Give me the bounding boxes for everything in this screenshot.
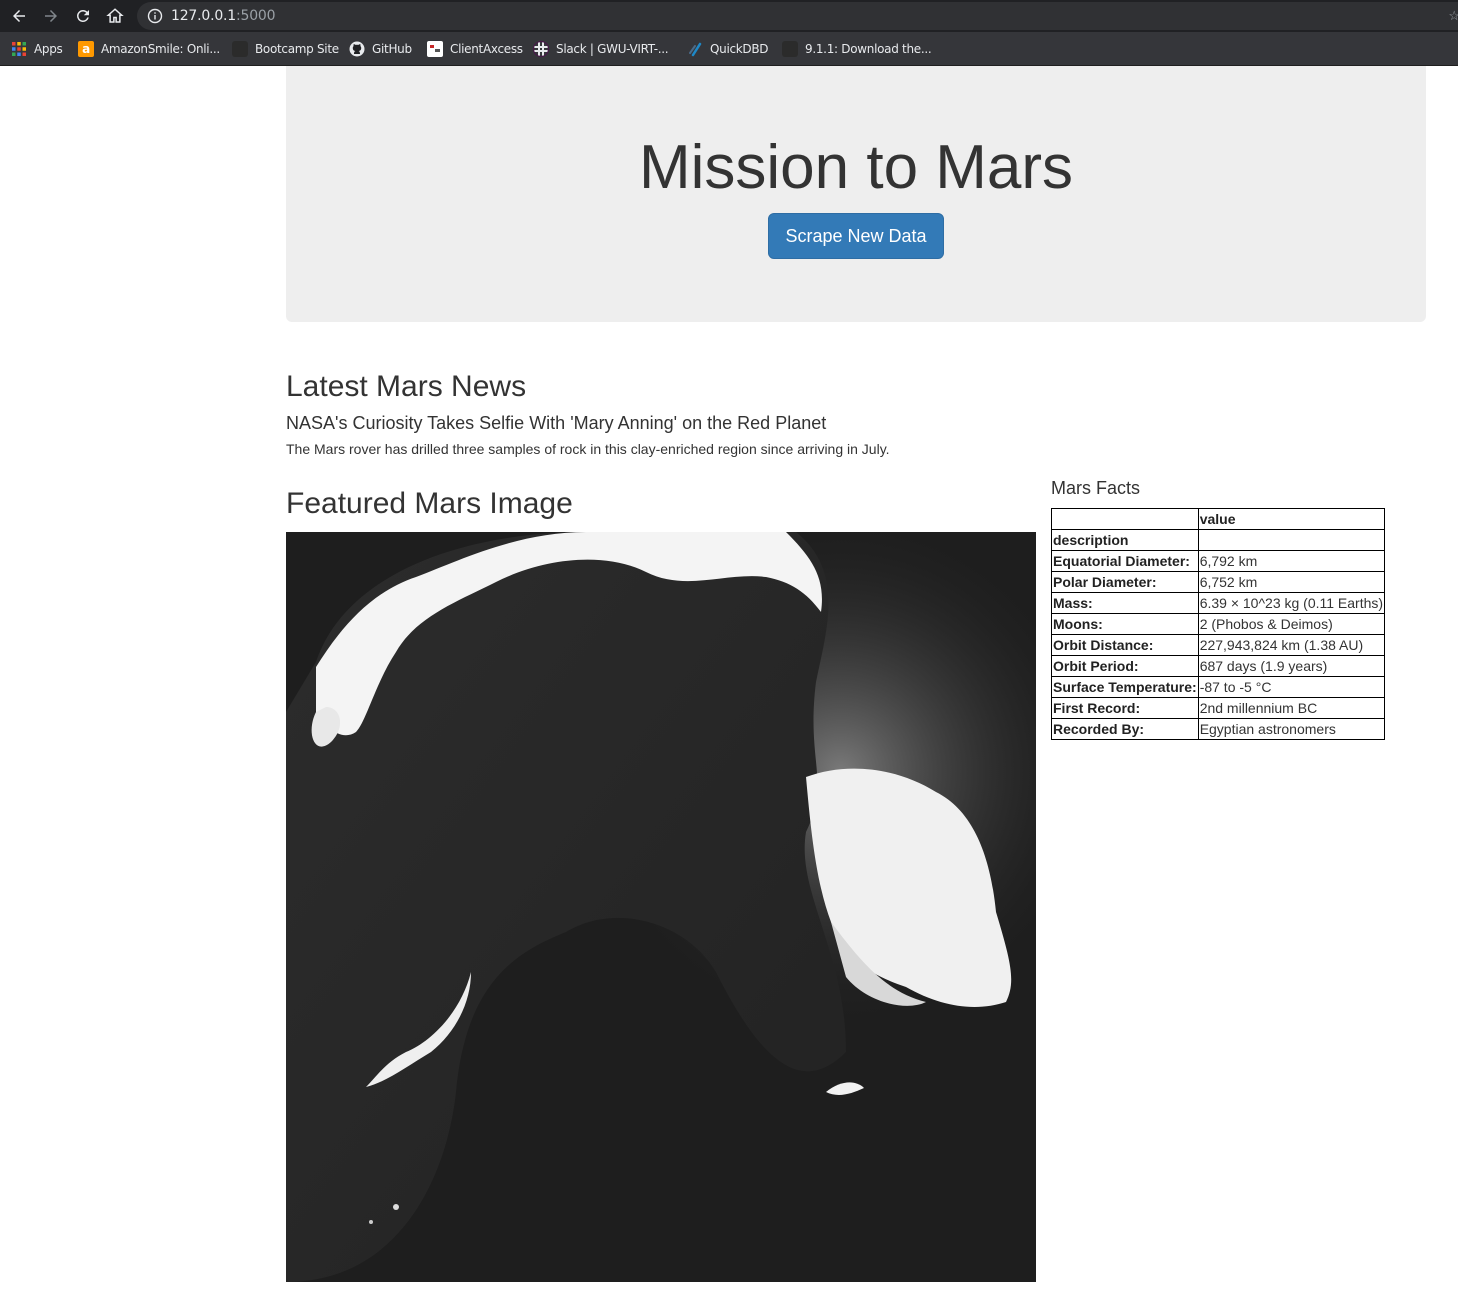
bookmark-label: 9.1.1: Download the... bbox=[805, 42, 932, 56]
github-icon bbox=[349, 41, 365, 57]
table-header-value: value bbox=[1197, 508, 1386, 530]
back-arrow-icon bbox=[13, 10, 25, 22]
bookmark-slack[interactable]: Slack | GWU-VIRT-... bbox=[533, 40, 669, 58]
table-row: Recorded By: Egyptian astronomers bbox=[1051, 718, 1386, 740]
featured-mars-image bbox=[286, 532, 1036, 1282]
table-row: Orbit Distance: 227,943,824 km (1.38 AU) bbox=[1051, 634, 1386, 656]
url-text: 127.0.0.1:5000 bbox=[171, 8, 276, 24]
news-heading: Latest Mars News bbox=[286, 370, 527, 403]
news-paragraph: The Mars rover has drilled three samples… bbox=[286, 441, 890, 457]
bookmarks-bar: Apps a AmazonSmile: Onli... Bootcamp Sit… bbox=[0, 32, 1458, 66]
featured-image-heading: Featured Mars Image bbox=[286, 487, 573, 520]
clientaxcess-icon bbox=[427, 41, 443, 57]
bookmark-clientaxcess[interactable]: ClientAxcess bbox=[427, 40, 523, 58]
bookmark-label: GitHub bbox=[372, 42, 412, 56]
fact-value: 2 (Phobos & Deimos) bbox=[1197, 613, 1386, 635]
table-row: Surface Temperature: -87 to -5 °C bbox=[1051, 676, 1386, 698]
table-row: First Record: 2nd millennium BC bbox=[1051, 697, 1386, 719]
fact-label: First Record: bbox=[1051, 697, 1199, 719]
table-row: description bbox=[1051, 529, 1386, 551]
fact-value: 6,792 km bbox=[1197, 550, 1386, 572]
slack-icon bbox=[533, 41, 549, 57]
url-host: 127.0.0.1 bbox=[171, 8, 236, 24]
bookmark-label: ClientAxcess bbox=[450, 42, 523, 56]
table-row: Mass: 6.39 × 10^23 kg (0.11 Earths) bbox=[1051, 592, 1386, 614]
fact-label: Orbit Period: bbox=[1051, 655, 1199, 677]
bookmark-star-icon[interactable]: ☆ bbox=[1448, 8, 1458, 24]
fact-value: Egyptian astronomers bbox=[1197, 718, 1386, 740]
bookmark-apps[interactable]: Apps bbox=[11, 40, 63, 58]
address-bar[interactable]: 127.0.0.1:5000 ☆ bbox=[137, 2, 1458, 30]
bookmark-quickdbd[interactable]: QuickDBD bbox=[687, 40, 769, 58]
url-port: :5000 bbox=[236, 8, 276, 24]
reload-button[interactable] bbox=[72, 5, 94, 27]
quickdbd-icon bbox=[687, 41, 703, 57]
mars-facts-table: value description Equatorial Diameter: 6,… bbox=[1051, 508, 1386, 740]
apps-grid-icon bbox=[11, 41, 27, 57]
info-icon[interactable] bbox=[147, 8, 163, 24]
fact-value: 6.39 × 10^23 kg (0.11 Earths) bbox=[1197, 592, 1386, 614]
reload-icon bbox=[76, 9, 89, 22]
fact-value: -87 to -5 °C bbox=[1197, 676, 1386, 698]
fact-value bbox=[1197, 529, 1386, 551]
table-row: Moons: 2 (Phobos & Deimos) bbox=[1051, 613, 1386, 635]
bootcamp-icon bbox=[232, 41, 248, 57]
table-header-empty bbox=[1051, 508, 1199, 530]
amazon-icon: a bbox=[78, 41, 94, 57]
bookmark-label: QuickDBD bbox=[710, 42, 769, 56]
home-button[interactable] bbox=[104, 5, 126, 27]
jumbotron: Mission to Mars Scrape New Data bbox=[286, 66, 1426, 322]
scrape-new-data-button[interactable]: Scrape New Data bbox=[768, 213, 944, 259]
fact-label: description bbox=[1051, 529, 1199, 551]
bookmark-bootcamp-site[interactable]: Bootcamp Site bbox=[232, 40, 339, 58]
back-button[interactable] bbox=[8, 5, 30, 27]
fact-label: Equatorial Diameter: bbox=[1051, 550, 1199, 572]
table-row: Orbit Period: 687 days (1.9 years) bbox=[1051, 655, 1386, 677]
fact-label: Polar Diameter: bbox=[1051, 571, 1199, 593]
home-icon bbox=[106, 8, 124, 23]
fact-label: Surface Temperature: bbox=[1051, 676, 1199, 698]
bookmark-github[interactable]: GitHub bbox=[349, 40, 412, 58]
table-row: Polar Diameter: 6,752 km bbox=[1051, 571, 1386, 593]
fact-label: Recorded By: bbox=[1051, 718, 1199, 740]
forward-arrow-icon bbox=[45, 10, 57, 22]
fact-label: Moons: bbox=[1051, 613, 1199, 635]
page-title: Mission to Mars bbox=[638, 133, 1074, 202]
forward-button[interactable] bbox=[40, 5, 62, 27]
table-row: Equatorial Diameter: 6,792 km bbox=[1051, 550, 1386, 572]
mars-facts-heading: Mars Facts bbox=[1051, 478, 1141, 498]
fact-label: Orbit Distance: bbox=[1051, 634, 1199, 656]
table-header-row: value bbox=[1051, 508, 1386, 530]
fact-label: Mass: bbox=[1051, 592, 1199, 614]
fact-value: 227,943,824 km (1.38 AU) bbox=[1197, 634, 1386, 656]
fact-value: 6,752 km bbox=[1197, 571, 1386, 593]
news-title: NASA's Curiosity Takes Selfie With 'Mary… bbox=[286, 413, 827, 433]
bookmark-amazonsmile[interactable]: a AmazonSmile: Onli... bbox=[78, 40, 220, 58]
bookmark-label: AmazonSmile: Onli... bbox=[101, 42, 220, 56]
page-icon bbox=[782, 41, 798, 57]
bookmark-label: Slack | GWU-VIRT-... bbox=[556, 42, 669, 56]
browser-toolbar: 127.0.0.1:5000 ☆ bbox=[0, 0, 1458, 32]
bookmark-download[interactable]: 9.1.1: Download the... bbox=[782, 40, 932, 58]
fact-value: 687 days (1.9 years) bbox=[1197, 655, 1386, 677]
bookmark-label: Apps bbox=[34, 42, 63, 56]
fact-value: 2nd millennium BC bbox=[1197, 697, 1386, 719]
comet-photo bbox=[286, 532, 1036, 1282]
bookmark-label: Bootcamp Site bbox=[255, 42, 339, 56]
